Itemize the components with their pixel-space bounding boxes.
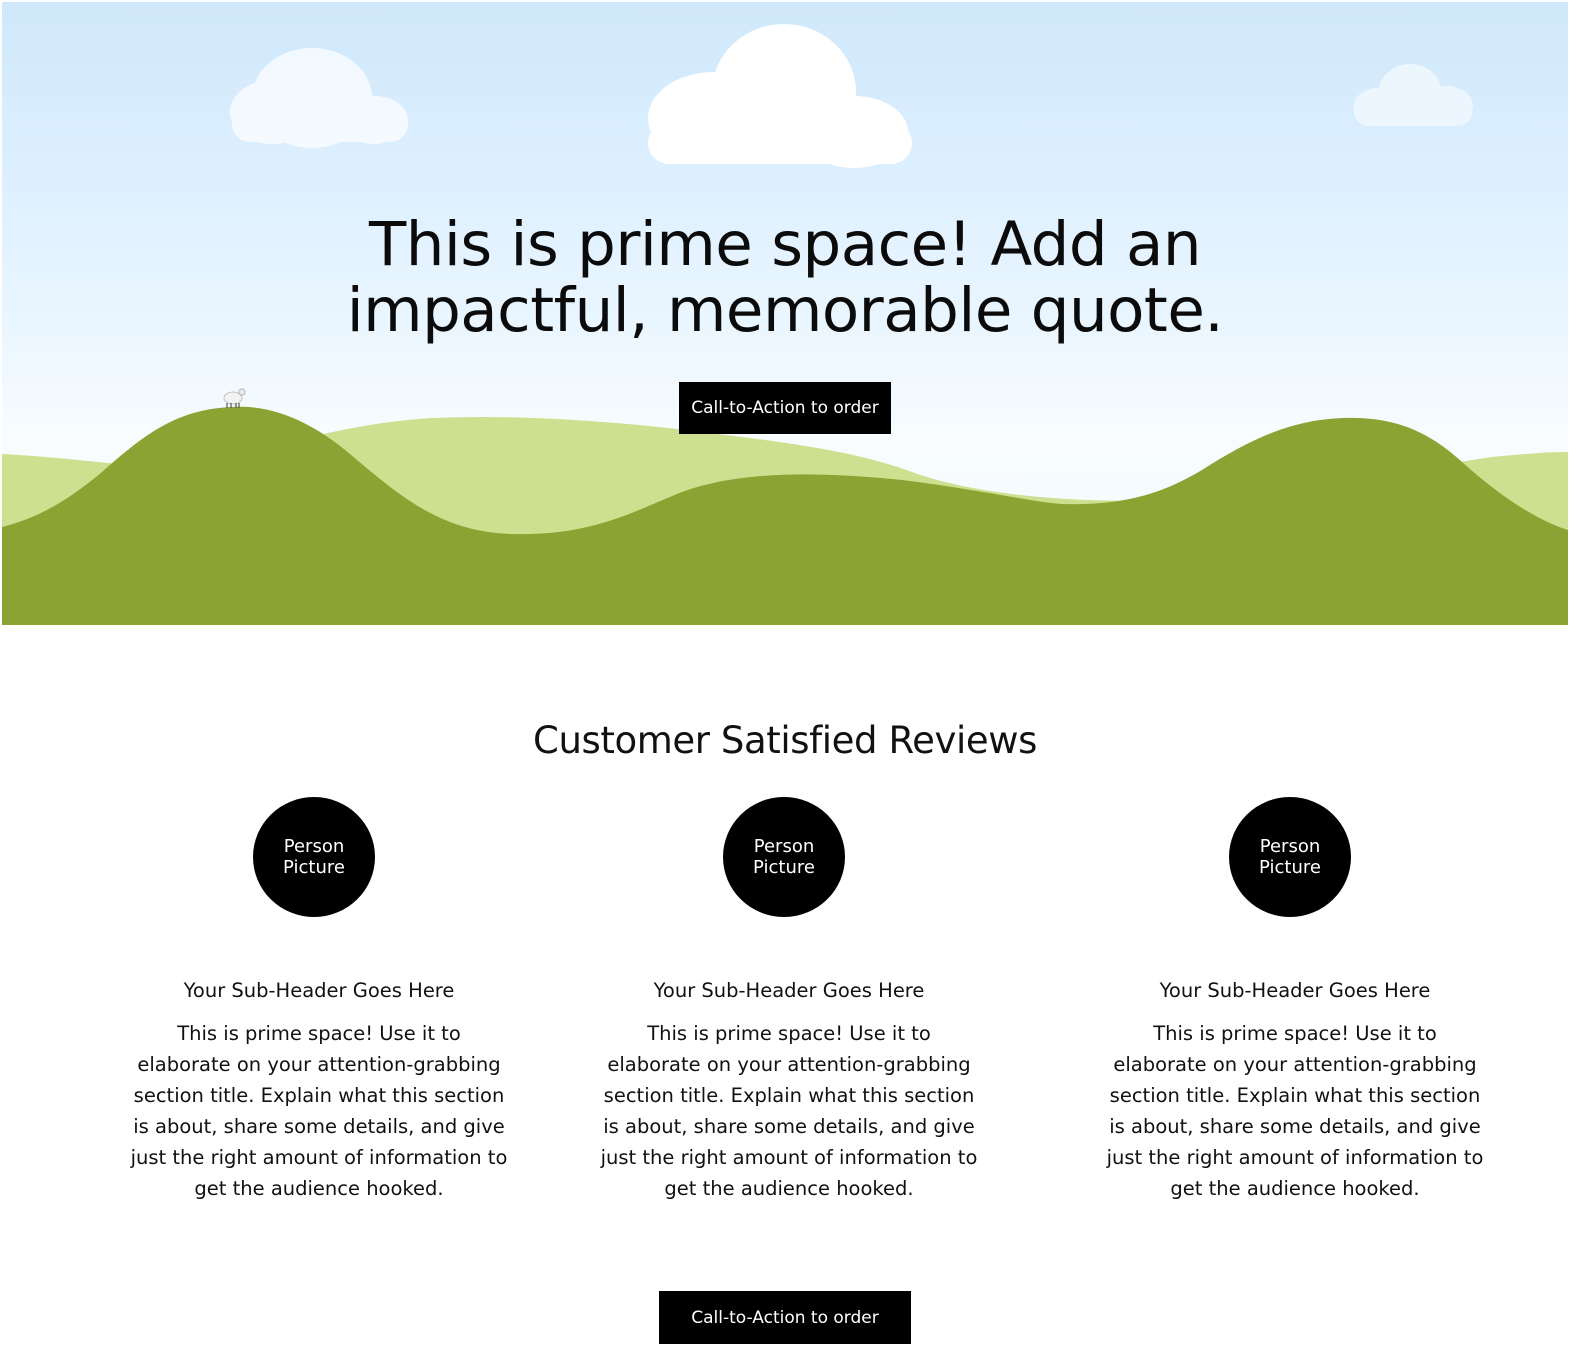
review-body-text: This is prime space! Use it to elaborate… — [600, 1022, 978, 1200]
hero-quote-title: This is prime space! Add an impactful, m… — [2, 212, 1568, 344]
person-picture-avatar: Person Picture — [723, 797, 845, 917]
sheep-icon — [223, 388, 246, 408]
hero-quote-line-1: This is prime space! Add an — [368, 209, 1202, 280]
person-picture-avatar: Person Picture — [1229, 797, 1351, 917]
cloud-icon — [230, 48, 408, 148]
hero-quote-line-2: impactful, memorable quote. — [346, 275, 1224, 346]
cloud-icon — [1354, 64, 1473, 126]
reviews-cta-button[interactable]: Call-to-Action to order — [659, 1291, 911, 1344]
cloud-icon — [648, 24, 912, 168]
landing-page: This is prime space! Add an impactful, m… — [2, 2, 1568, 1362]
reviews-section-title: Customer Satisfied Reviews — [533, 719, 1037, 762]
review-subheader: Your Sub-Header Goes Here — [1159, 979, 1431, 1002]
hero-section: This is prime space! Add an impactful, m… — [2, 2, 1568, 625]
review-body-text: This is prime space! Use it to elaborate… — [130, 1022, 508, 1200]
hero-cta-button[interactable]: Call-to-Action to order — [679, 382, 891, 434]
front-hills — [2, 406, 1568, 625]
review-subheader: Your Sub-Header Goes Here — [183, 979, 455, 1002]
review-body-text: This is prime space! Use it to elaborate… — [1106, 1022, 1484, 1200]
review-subheader: Your Sub-Header Goes Here — [653, 979, 925, 1002]
person-picture-avatar: Person Picture — [253, 797, 375, 917]
